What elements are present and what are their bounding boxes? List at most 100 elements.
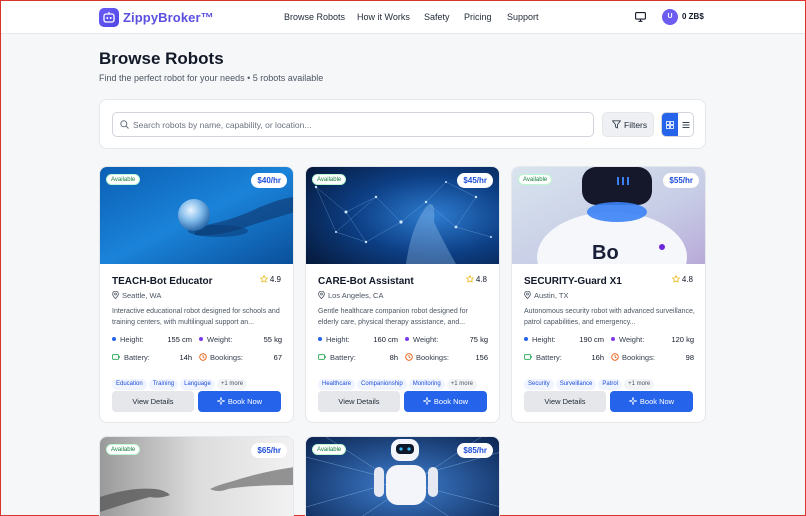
balance-display[interactable]: 0 ZB$ [682, 12, 704, 21]
book-now-button[interactable]: Book Now [610, 391, 693, 412]
tag[interactable]: Surveillance [555, 379, 597, 390]
clock-icon [405, 353, 413, 361]
map-pin-icon [524, 290, 531, 300]
robot-card[interactable]: Bo Available $55/hr SECURITY-Guard X1 4.… [511, 166, 706, 423]
available-badge: Available [312, 444, 347, 455]
weight-value: 55 kg [263, 335, 282, 344]
bookings-value: 67 [273, 353, 282, 362]
weight-value: 75 kg [469, 335, 488, 344]
bookings-label: Bookings: [199, 353, 243, 362]
price-badge: $85/hr [457, 443, 493, 458]
book-now-button[interactable]: Book Now [404, 391, 487, 412]
nav-browse-robots[interactable]: Browse Robots [284, 12, 345, 22]
height-label: Height: [112, 335, 144, 344]
list-view-button[interactable] [678, 113, 693, 136]
bookings-value: 156 [475, 353, 488, 362]
star-icon [465, 275, 474, 283]
tag[interactable]: Education [112, 379, 147, 390]
filters-label: Filters [624, 120, 648, 130]
weight-label: Weight: [199, 335, 232, 344]
available-badge: Available [518, 174, 553, 185]
book-now-button[interactable]: Book Now [198, 391, 281, 412]
search-panel: Filters [99, 99, 706, 149]
battery-icon [112, 354, 120, 360]
tag[interactable]: Monitoring [408, 379, 445, 390]
robot-card[interactable]: Available $45/hr CARE-Bot Assistant 4.8 … [305, 166, 500, 423]
battery-icon [524, 354, 532, 360]
svg-text:Bo: Bo [592, 242, 619, 264]
nav-support[interactable]: Support [507, 12, 539, 22]
height-label: Height: [318, 335, 350, 344]
battery-value: 8h [389, 353, 398, 362]
tag-list: Education Training Language +1 more [112, 372, 249, 390]
weight-label: Weight: [611, 335, 644, 344]
height-value: 155 cm [167, 335, 192, 344]
battery-label: Battery: [318, 353, 356, 362]
brand-name[interactable]: ZippyBroker™ [123, 10, 214, 25]
search-input[interactable] [133, 116, 583, 134]
tag[interactable]: Language [180, 379, 215, 390]
clock-icon [611, 353, 619, 361]
view-details-button[interactable]: View Details [318, 391, 400, 412]
tag[interactable]: Training [148, 379, 179, 390]
price-badge: $55/hr [663, 173, 699, 188]
list-icon [682, 122, 690, 128]
rating-value: 4.8 [681, 275, 693, 284]
more-tags[interactable]: +1 more [216, 379, 248, 390]
robot-logo-icon[interactable] [99, 8, 119, 27]
tag[interactable]: Security [524, 379, 554, 390]
filters-button[interactable]: Filters [602, 112, 654, 137]
star-icon [259, 275, 268, 283]
sparkle-icon [422, 396, 431, 406]
nav-pricing[interactable]: Pricing [464, 12, 492, 22]
robot-rating: 4.8 [465, 275, 487, 284]
tag[interactable]: Patrol [598, 379, 623, 390]
robot-description: Autonomous security robot with advanced … [524, 308, 695, 326]
robot-name[interactable]: TEACH-Bot Educator [112, 276, 213, 287]
height-dot-icon [112, 337, 116, 341]
battery-label: Battery: [112, 353, 150, 362]
clock-icon [199, 353, 207, 361]
robot-card[interactable]: Available $65/hr [99, 436, 294, 516]
user-avatar[interactable]: U [662, 9, 678, 25]
tag[interactable]: Healthcare [318, 379, 356, 390]
map-pin-icon [112, 290, 119, 300]
search-icon [120, 120, 129, 129]
location-text: Los Angeles, CA [328, 291, 384, 300]
filter-icon [612, 120, 621, 129]
robot-name[interactable]: SECURITY-Guard X1 [524, 276, 622, 287]
tag[interactable]: Companionship [357, 379, 407, 390]
bookings-label: Bookings: [405, 353, 449, 362]
top-navbar: ZippyBroker™ Browse Robots How it Works … [1, 1, 805, 34]
page-subtitle: Find the perfect robot for your needs • … [99, 73, 324, 83]
battery-label: Battery: [524, 353, 562, 362]
grid-icon [666, 121, 674, 129]
robot-card[interactable]: Available $40/hr TEACH-Bot Educator 4.9 … [99, 166, 294, 423]
grid-view-button[interactable] [662, 113, 678, 136]
weight-value: 120 kg [671, 335, 694, 344]
search-box [112, 112, 594, 137]
nav-how-it-works[interactable]: How it Works [357, 12, 410, 22]
robot-rating: 4.9 [259, 275, 281, 284]
weight-dot-icon [405, 337, 409, 341]
view-details-button[interactable]: View Details [112, 391, 194, 412]
nav-safety[interactable]: Safety [424, 12, 450, 22]
robot-card[interactable]: Available $85/hr [305, 436, 500, 516]
height-value: 160 cm [373, 335, 398, 344]
monitor-icon[interactable] [635, 12, 646, 22]
location-text: Seattle, WA [122, 291, 162, 300]
robot-description: Interactive educational robot designed f… [112, 308, 280, 326]
bookings-value: 98 [685, 353, 694, 362]
height-value: 190 cm [579, 335, 604, 344]
more-tags[interactable]: +1 more [446, 379, 477, 390]
page-title: Browse Robots [99, 49, 224, 68]
bookings-label: Bookings: [611, 353, 655, 362]
view-details-button[interactable]: View Details [524, 391, 606, 412]
battery-icon [318, 354, 326, 360]
height-dot-icon [318, 337, 322, 341]
robot-name[interactable]: CARE-Bot Assistant [318, 276, 414, 287]
robot-rating: 4.8 [671, 275, 693, 284]
weight-dot-icon [611, 337, 615, 341]
more-tags[interactable]: +1 more [624, 379, 655, 390]
sparkle-icon [216, 396, 225, 406]
